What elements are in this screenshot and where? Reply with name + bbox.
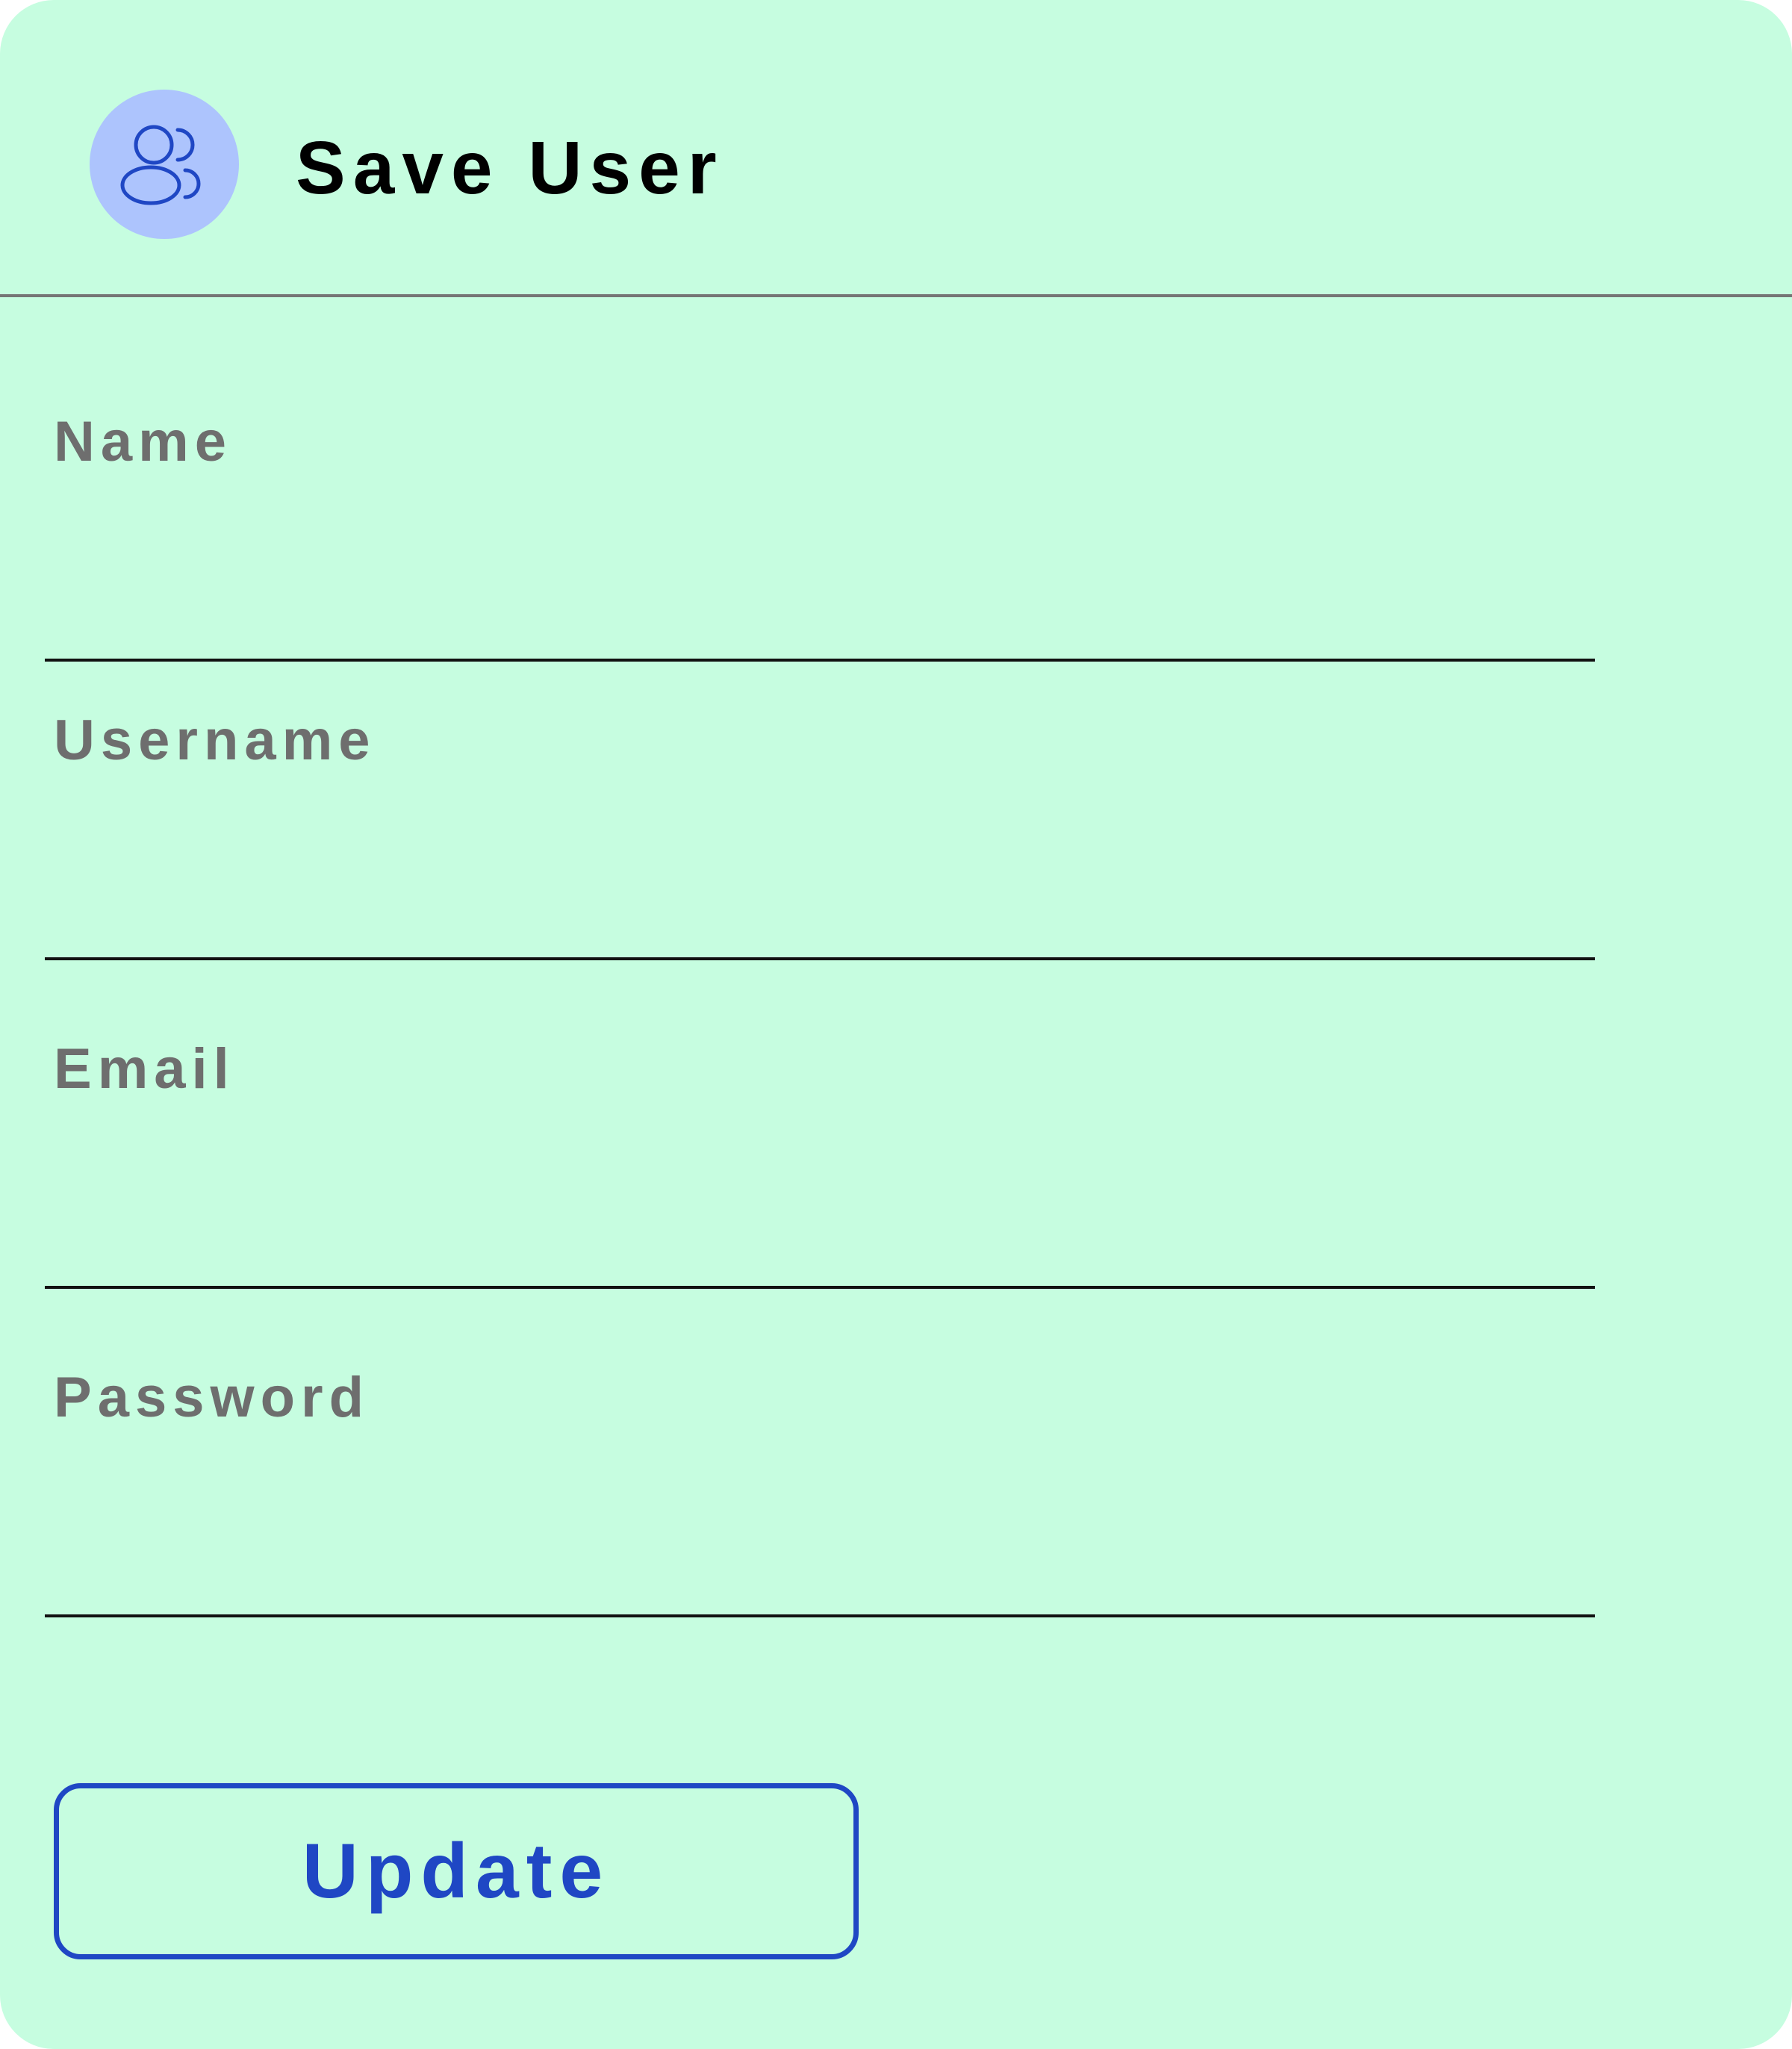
name-label: Name bbox=[54, 410, 232, 473]
save-user-dialog: Save User Name Username Email Password U… bbox=[0, 0, 1792, 2049]
dialog-title: Save User bbox=[296, 126, 724, 210]
username-input[interactable] bbox=[45, 848, 1595, 960]
email-label: Email bbox=[54, 1037, 235, 1101]
avatar bbox=[90, 90, 239, 239]
update-button[interactable]: Update bbox=[54, 1783, 859, 1959]
username-label: Username bbox=[54, 709, 376, 772]
password-label: Password bbox=[54, 1366, 370, 1429]
name-input[interactable] bbox=[45, 550, 1595, 662]
email-input[interactable] bbox=[45, 1177, 1595, 1289]
password-input[interactable] bbox=[45, 1505, 1595, 1617]
users-icon bbox=[120, 125, 201, 205]
dialog-header: Save User bbox=[0, 0, 1792, 297]
